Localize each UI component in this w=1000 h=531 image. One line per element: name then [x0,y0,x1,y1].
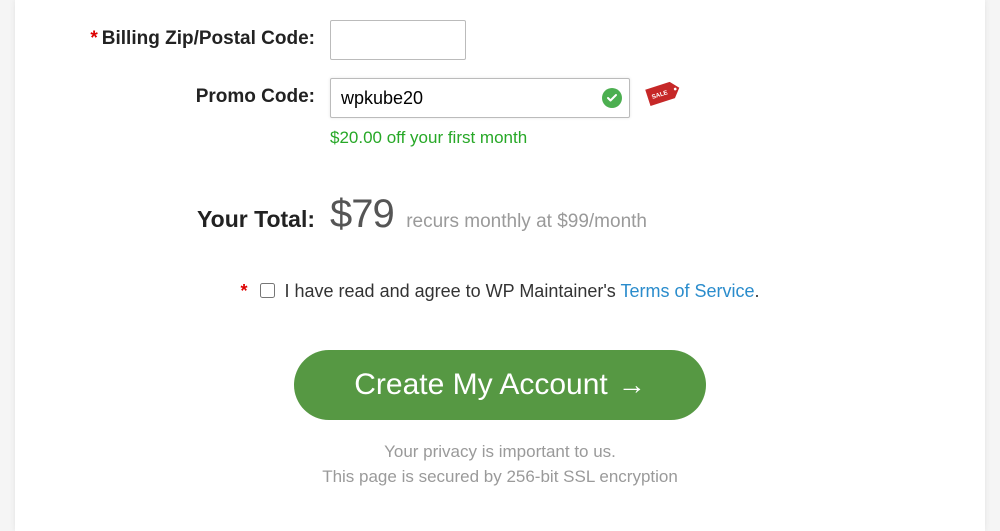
terms-link[interactable]: Terms of Service [620,281,754,301]
billing-zip-row: *Billing Zip/Postal Code: [75,20,925,60]
promo-code-label: Promo Code: [75,78,330,108]
total-recurrence: recurs monthly at $99/month [406,211,647,232]
sale-tag-icon: SALE [638,88,682,109]
terms-text-before: I have read and agree to WP Maintainer's [285,281,621,301]
promo-input-wrap [330,78,630,118]
label-text: Billing Zip/Postal Code: [102,28,315,49]
terms-row: * I have read and agree to WP Maintainer… [75,281,925,302]
promo-code-input[interactable] [330,78,630,118]
arrow-right-icon: → [618,369,646,401]
billing-zip-label: *Billing Zip/Postal Code: [75,20,330,50]
terms-checkbox[interactable] [260,283,275,298]
check-circle-icon [602,88,622,108]
promo-code-row: Promo Code: SALE $20.00 off [75,78,925,148]
required-star: * [90,28,97,49]
terms-text-after: . [755,281,760,301]
signup-form-panel: *Billing Zip/Postal Code: Promo Code: [15,0,985,531]
create-account-button[interactable]: Create My Account → [294,350,705,420]
label-text: Promo Code: [196,86,315,107]
total-label: Your Total: [75,206,330,233]
privacy-notice: Your privacy is important to us. This pa… [75,440,925,489]
privacy-line-1: Your privacy is important to us. [75,440,925,465]
total-row: Your Total: $79 recurs monthly at $99/mo… [75,192,925,237]
required-star: * [240,281,247,301]
submit-label: Create My Account [354,368,607,402]
billing-zip-input[interactable] [330,20,466,60]
promo-success-message: $20.00 off your first month [330,128,925,148]
total-amount: $79 [330,192,394,236]
submit-row: Create My Account → [75,350,925,420]
privacy-line-2: This page is secured by 256-bit SSL encr… [75,465,925,490]
